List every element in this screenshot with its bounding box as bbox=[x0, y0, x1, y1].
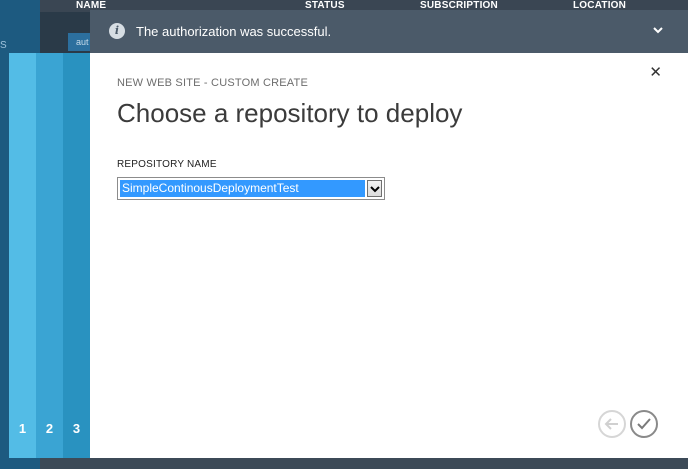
step-number: 1 bbox=[18, 421, 27, 436]
repository-select[interactable]: SimpleContinousDeploymentTest bbox=[117, 177, 385, 200]
portal-nav-label: S bbox=[0, 40, 7, 51]
arrow-left-icon bbox=[604, 418, 618, 430]
step-number: 2 bbox=[45, 421, 54, 436]
wizard-step-2[interactable]: 2 bbox=[36, 53, 63, 458]
page-title: Choose a repository to deploy bbox=[117, 98, 463, 128]
info-icon: i bbox=[109, 23, 125, 39]
back-button[interactable] bbox=[598, 410, 626, 438]
checkmark-icon bbox=[637, 418, 651, 430]
step-number: 3 bbox=[72, 421, 81, 436]
wizard-dialog: ✕ NEW WEB SITE - CUSTOM CREATE Choose a … bbox=[90, 53, 688, 458]
notification-message: The authorization was successful. bbox=[136, 24, 332, 39]
chevron-down-icon[interactable] bbox=[652, 24, 664, 36]
repository-name-label: REPOSITORY NAME bbox=[117, 159, 217, 170]
wizard-step-1[interactable]: 1 bbox=[9, 53, 36, 458]
finish-button[interactable] bbox=[630, 410, 658, 438]
close-icon[interactable]: ✕ bbox=[649, 65, 662, 80]
wizard-step-3[interactable]: 3 bbox=[63, 53, 90, 458]
notification-bar: i The authorization was successful. bbox=[90, 10, 688, 53]
dropdown-arrow-icon[interactable] bbox=[367, 180, 382, 197]
portal-row-text: aut bbox=[76, 37, 89, 47]
wizard-subtitle: NEW WEB SITE - CUSTOM CREATE bbox=[117, 77, 308, 89]
repository-selected-value[interactable]: SimpleContinousDeploymentTest bbox=[120, 180, 365, 197]
